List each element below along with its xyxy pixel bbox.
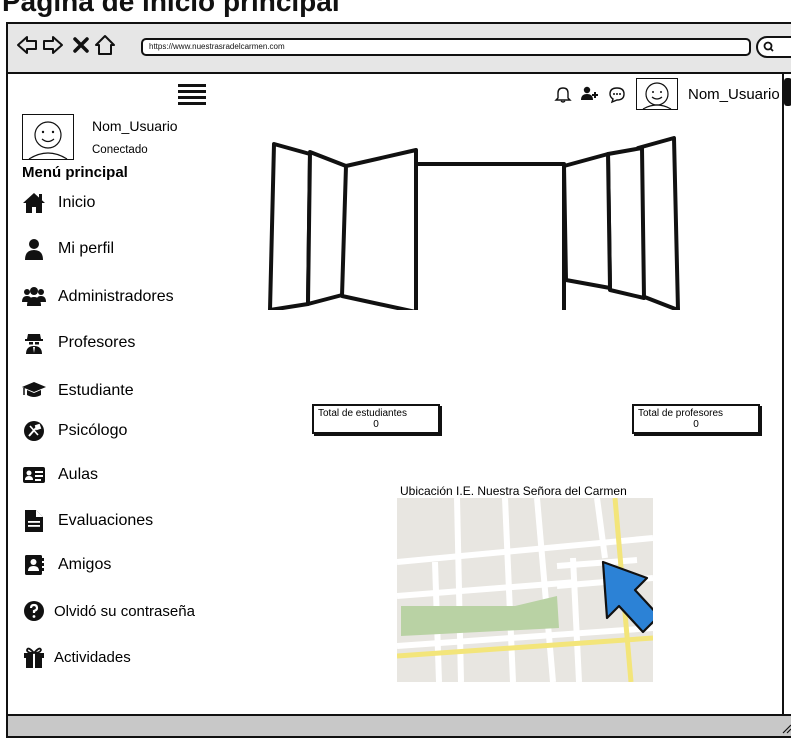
close-icon[interactable] xyxy=(70,34,92,56)
stat-value: 0 xyxy=(693,419,699,430)
arrow-left-icon[interactable] xyxy=(16,34,38,56)
page-heading: Página de inicio principal xyxy=(2,0,340,17)
user-secret-icon xyxy=(22,332,46,354)
sidebar-item-profesores[interactable]: Profesores xyxy=(22,332,135,354)
scrollbar-thumb[interactable] xyxy=(784,78,791,106)
stat-value: 0 xyxy=(373,419,379,430)
stat-label: Total de profesores xyxy=(638,408,724,419)
page-content: Nom_Usuario Nom_Usuario Conectado Menú p… xyxy=(8,74,782,716)
sidebar-item-administradores[interactable]: Administradores xyxy=(22,286,174,308)
menu-heading: Menú principal xyxy=(22,164,128,181)
resize-handle-icon[interactable] xyxy=(780,722,791,734)
carousel-slide xyxy=(268,142,312,310)
stat-total-estudiantes: Total de estudiantes 0 xyxy=(312,404,440,434)
hamburger-menu-icon[interactable] xyxy=(178,84,206,105)
browser-window: https://www.nuestrasradelcarmen.com Nom_ xyxy=(6,22,791,738)
location-map[interactable] xyxy=(397,498,653,682)
id-card-icon xyxy=(22,464,46,486)
sidebar-item-label: Olvidó su contraseña xyxy=(54,602,195,620)
tools-icon xyxy=(22,420,46,442)
avatar[interactable] xyxy=(636,78,678,110)
carousel-slide xyxy=(562,152,612,290)
sidebar-item-estudiante[interactable]: Estudiante xyxy=(22,380,134,402)
sidebar-item-label: Mi perfil xyxy=(58,240,115,257)
header-username[interactable]: Nom_Usuario xyxy=(688,86,780,103)
home-icon[interactable] xyxy=(94,34,116,56)
stat-label: Total de estudiantes xyxy=(318,408,407,419)
sidebar-item-aulas[interactable]: Aulas xyxy=(22,464,98,486)
sidebar-item-label: Estudiante xyxy=(58,382,134,399)
sidebar-item-psicologo[interactable]: Psicólogo xyxy=(22,420,127,442)
arrow-right-icon[interactable] xyxy=(42,34,64,56)
contact-book-icon xyxy=(22,554,46,576)
sidebar-item-inicio[interactable]: Inicio xyxy=(22,192,95,214)
sidebar-item-olvido-contrasena[interactable]: Olvidó su contraseña xyxy=(22,600,195,622)
stat-total-profesores: Total de profesores 0 xyxy=(632,404,760,434)
user-icon xyxy=(22,238,46,260)
map-title: Ubicación I.E. Nuestra Señora del Carmen xyxy=(400,484,627,498)
status-bar xyxy=(8,714,791,736)
gift-icon xyxy=(22,646,46,668)
sidebar-item-label: Evaluaciones xyxy=(58,512,154,529)
sidebar-item-label: Inicio xyxy=(58,194,96,211)
search-field[interactable] xyxy=(756,36,791,58)
chat-icon[interactable] xyxy=(607,84,627,104)
carousel-slide xyxy=(340,148,418,310)
sidebar-item-label: Aulas xyxy=(58,466,99,483)
sidebar-item-amigos[interactable]: Amigos xyxy=(22,554,111,576)
image-carousel[interactable] xyxy=(264,134,684,310)
sidebar-item-evaluaciones[interactable]: Evaluaciones xyxy=(22,510,153,532)
vertical-scrollbar[interactable] xyxy=(782,74,791,716)
home-icon xyxy=(22,192,46,214)
browser-toolbar: https://www.nuestrasradelcarmen.com xyxy=(8,24,791,74)
sidebar-item-label: Administradores xyxy=(58,288,174,305)
graduation-cap-icon xyxy=(22,380,46,402)
bell-icon[interactable] xyxy=(553,84,573,104)
header-actions xyxy=(553,84,629,104)
carousel-slide xyxy=(606,146,646,300)
search-icon xyxy=(763,41,774,52)
sidebar-username: Nom_Usuario xyxy=(92,118,178,134)
users-icon xyxy=(22,286,46,308)
sidebar-item-label: Amigos xyxy=(58,556,112,573)
sidebar-item-label: Profesores xyxy=(58,334,136,351)
carousel-center-slide xyxy=(414,162,566,310)
page-heading-cut: Página de inicio principal xyxy=(0,0,791,22)
carousel-slide xyxy=(306,150,348,306)
document-icon xyxy=(22,510,46,532)
question-circle-icon xyxy=(22,600,46,622)
sidebar-item-label: Psicólogo xyxy=(58,422,128,439)
sidebar-item-label: Actividades xyxy=(54,648,131,666)
url-input[interactable]: https://www.nuestrasradelcarmen.com xyxy=(141,38,751,56)
sidebar-avatar xyxy=(22,114,74,160)
add-user-icon[interactable] xyxy=(580,84,600,104)
sidebar-item-actividades[interactable]: Actividades xyxy=(22,646,131,668)
sidebar-status: Conectado xyxy=(92,144,148,156)
sidebar-item-mi-perfil[interactable]: Mi perfil xyxy=(22,238,114,260)
